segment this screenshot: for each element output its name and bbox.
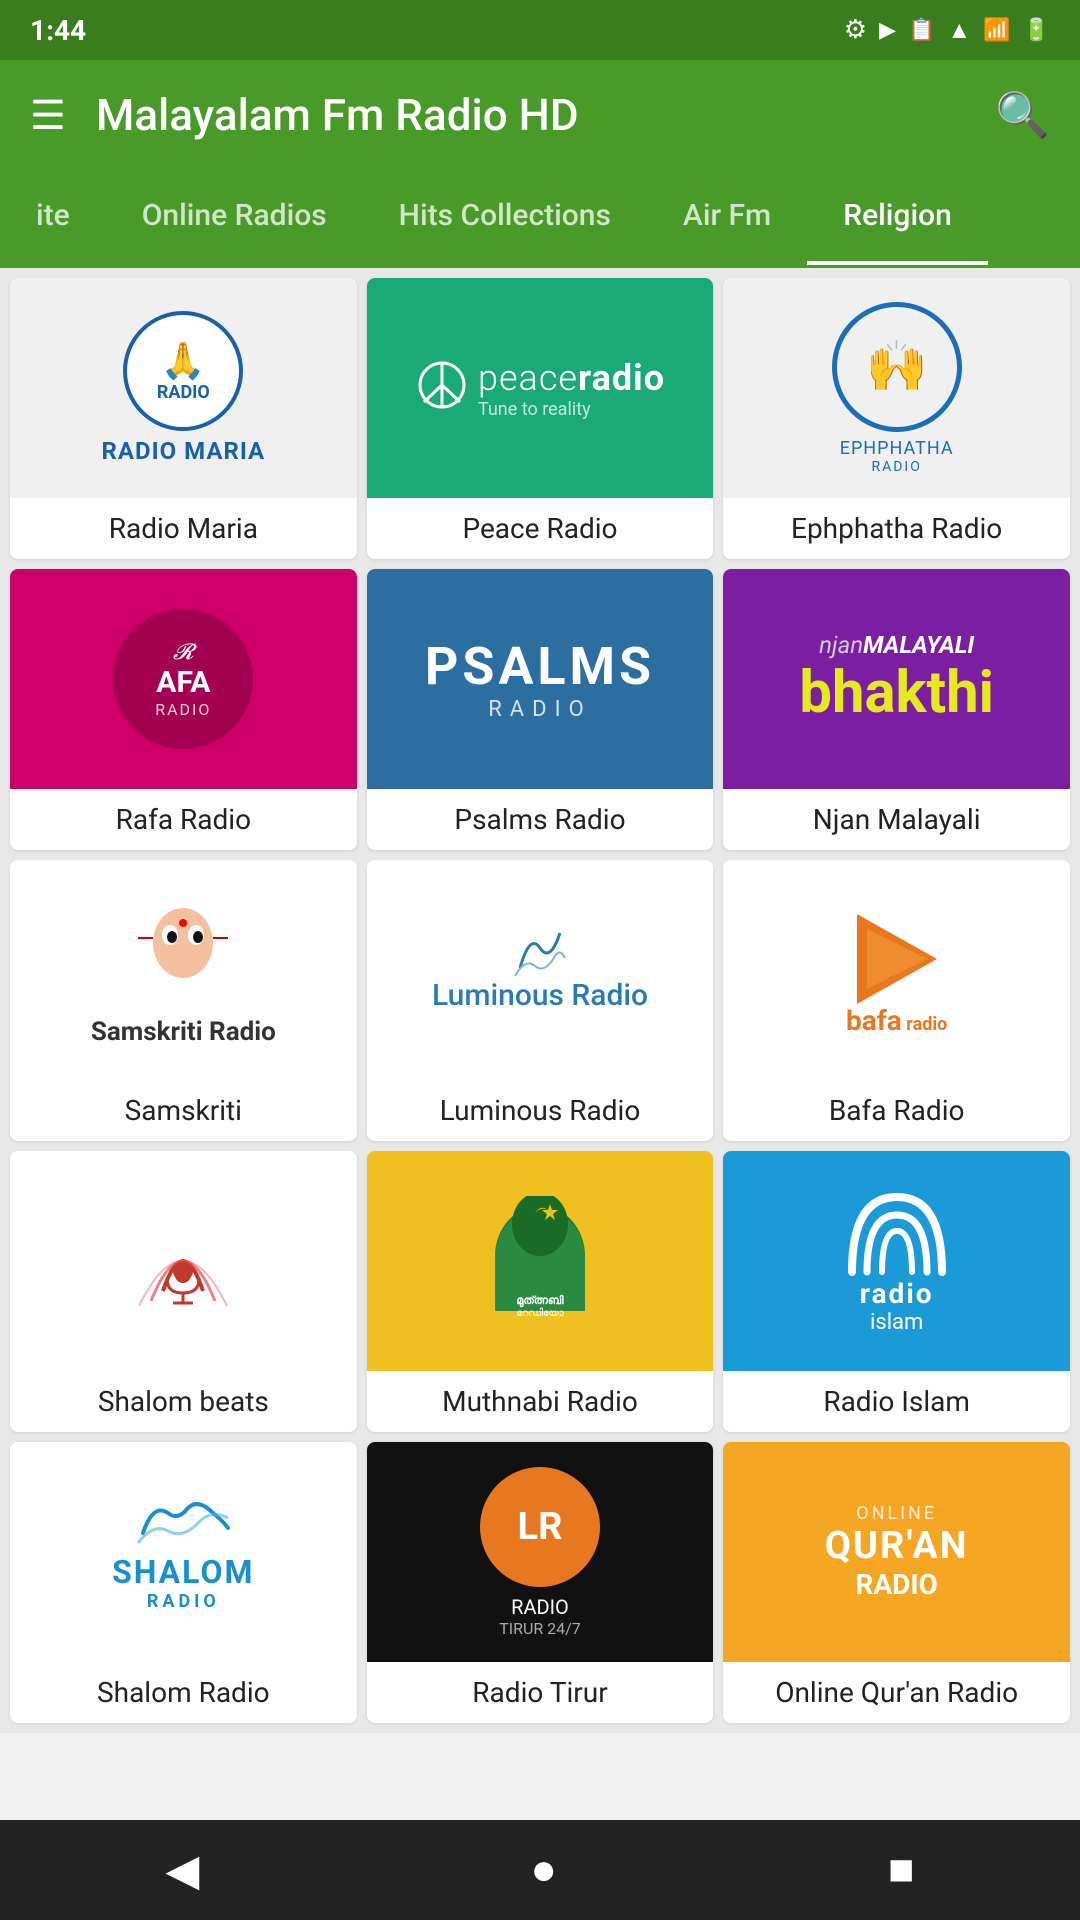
svg-text:മുത്ത്നബി: മുത്ത്നബി bbox=[516, 1294, 564, 1308]
luminous-logo: Luminous Radio bbox=[432, 928, 648, 1013]
bafa-logo: bafa radio bbox=[837, 904, 957, 1037]
tab-religion[interactable]: Religion bbox=[807, 170, 988, 265]
ephphatha-label: Ephphatha Radio bbox=[723, 498, 1070, 559]
grid-item-radio-maria[interactable]: 🙏 RADIO RADIO MARIA Radio Maria bbox=[10, 278, 357, 559]
grid-item-shalom-beats[interactable]: Shalom beats bbox=[10, 1151, 357, 1432]
psalms-logo: PSALMS RADIO bbox=[425, 636, 655, 722]
status-icons: ⚙ ▶ 📋 ▲ 📶 🔋 bbox=[844, 15, 1050, 45]
tab-bar: ite Online Radios Hits Collections Air F… bbox=[0, 170, 1080, 268]
bottom-nav: ◀ ● ■ bbox=[0, 1820, 1080, 1920]
signal-icon: 📶 bbox=[983, 18, 1010, 43]
clock: 1:44 bbox=[30, 14, 86, 47]
njan-label: Njan Malayali bbox=[723, 789, 1070, 850]
grid-item-radio-islam[interactable]: radio islam Radio Islam bbox=[723, 1151, 1070, 1432]
search-icon[interactable]: 🔍 bbox=[995, 89, 1050, 141]
menu-icon[interactable]: ☰ bbox=[30, 92, 66, 139]
tirur-label: Radio Tirur bbox=[367, 1662, 714, 1723]
quran-label: Online Qur'an Radio bbox=[723, 1662, 1070, 1723]
recents-button[interactable]: ■ bbox=[888, 1845, 915, 1895]
back-button[interactable]: ◀ bbox=[166, 1845, 200, 1896]
tab-online-radios[interactable]: Online Radios bbox=[106, 170, 363, 265]
shalom-radio-label: Shalom Radio bbox=[10, 1662, 357, 1723]
tirur-logo: LR RADIO TIRUR 24/7 bbox=[480, 1467, 600, 1638]
muthnabi-label: Muthnabi Radio bbox=[367, 1371, 714, 1432]
radio-grid: 🙏 RADIO RADIO MARIA Radio Maria bbox=[0, 268, 1080, 1733]
play-status-icon: ▶ bbox=[879, 18, 896, 43]
top-bar: ☰ Malayalam Fm Radio HD 🔍 bbox=[0, 60, 1080, 170]
app-title: Malayalam Fm Radio HD bbox=[96, 89, 965, 141]
grid-item-njan-malayali[interactable]: njanMALAYALI bhakthi Njan Malayali bbox=[723, 569, 1070, 850]
radio-islam-logo: radio islam bbox=[842, 1187, 952, 1335]
quran-logo: ONLINE QUR'AN RADIO bbox=[825, 1503, 969, 1601]
radio-maria-label: Radio Maria bbox=[10, 498, 357, 559]
peace-radio-logo: peaceradio Tune to reality bbox=[415, 357, 665, 420]
tab-hits-collections[interactable]: Hits Collections bbox=[363, 170, 647, 265]
shalom-beats-label: Shalom beats bbox=[10, 1371, 357, 1432]
samskriti-logo: Samskriti Radio bbox=[91, 893, 276, 1047]
status-bar: 1:44 ⚙ ▶ 📋 ▲ 📶 🔋 bbox=[0, 0, 1080, 60]
grid-item-peace-radio[interactable]: peaceradio Tune to reality Peace Radio bbox=[367, 278, 714, 559]
grid-item-rafa[interactable]: 𝓡 AFA RADIO Rafa Radio bbox=[10, 569, 357, 850]
samskriti-label: Samskriti bbox=[10, 1080, 357, 1141]
grid-item-muthnabi[interactable]: മുത്ത്നബി റേഡിയോ Muthnabi Radio bbox=[367, 1151, 714, 1432]
njan-logo: njanMALAYALI bhakthi bbox=[799, 631, 994, 727]
rafa-logo: 𝓡 AFA RADIO bbox=[113, 609, 253, 749]
battery-icon: 🔋 bbox=[1023, 18, 1050, 43]
settings-status-icon: ⚙ bbox=[844, 15, 867, 45]
grid-item-samskriti[interactable]: Samskriti Radio Samskriti bbox=[10, 860, 357, 1141]
shalom-radio-logo: SHALOM RADIO bbox=[112, 1493, 254, 1612]
grid-item-ephphatha[interactable]: 🙌 EPHPHATHA RADIO Ephphatha Radio bbox=[723, 278, 1070, 559]
grid-item-bafa[interactable]: bafa radio Bafa Radio bbox=[723, 860, 1070, 1141]
ephphatha-logo: 🙌 EPHPHATHA RADIO bbox=[832, 302, 962, 475]
storage-status-icon: 📋 bbox=[908, 18, 935, 43]
home-button[interactable]: ● bbox=[530, 1845, 557, 1895]
radio-islam-label: Radio Islam bbox=[723, 1371, 1070, 1432]
tab-air-fm[interactable]: Air Fm bbox=[647, 170, 807, 265]
wifi-icon: ▲ bbox=[947, 16, 971, 45]
grid-item-psalms[interactable]: PSALMS RADIO Psalms Radio bbox=[367, 569, 714, 850]
grid-item-quran[interactable]: ONLINE QUR'AN RADIO Online Qur'an Radio bbox=[723, 1442, 1070, 1723]
radio-maria-logo: 🙏 RADIO RADIO MARIA bbox=[101, 311, 265, 465]
rafa-label: Rafa Radio bbox=[10, 789, 357, 850]
tab-favourite[interactable]: ite bbox=[0, 170, 106, 265]
peace-radio-label: Peace Radio bbox=[367, 498, 714, 559]
svg-text:റേഡിയോ: റേഡിയോ bbox=[516, 1307, 564, 1319]
grid-item-luminous[interactable]: Luminous Radio Luminous Radio bbox=[367, 860, 714, 1141]
luminous-label: Luminous Radio bbox=[367, 1080, 714, 1141]
shalom-beats-logo bbox=[123, 1211, 243, 1311]
grid-item-shalom-radio[interactable]: SHALOM RADIO Shalom Radio bbox=[10, 1442, 357, 1723]
grid-item-tirur[interactable]: LR RADIO TIRUR 24/7 Radio Tirur bbox=[367, 1442, 714, 1723]
muthnabi-logo: മുത്ത്നബി റേഡിയോ bbox=[480, 1196, 600, 1326]
psalms-label: Psalms Radio bbox=[367, 789, 714, 850]
bafa-label: Bafa Radio bbox=[723, 1080, 1070, 1141]
